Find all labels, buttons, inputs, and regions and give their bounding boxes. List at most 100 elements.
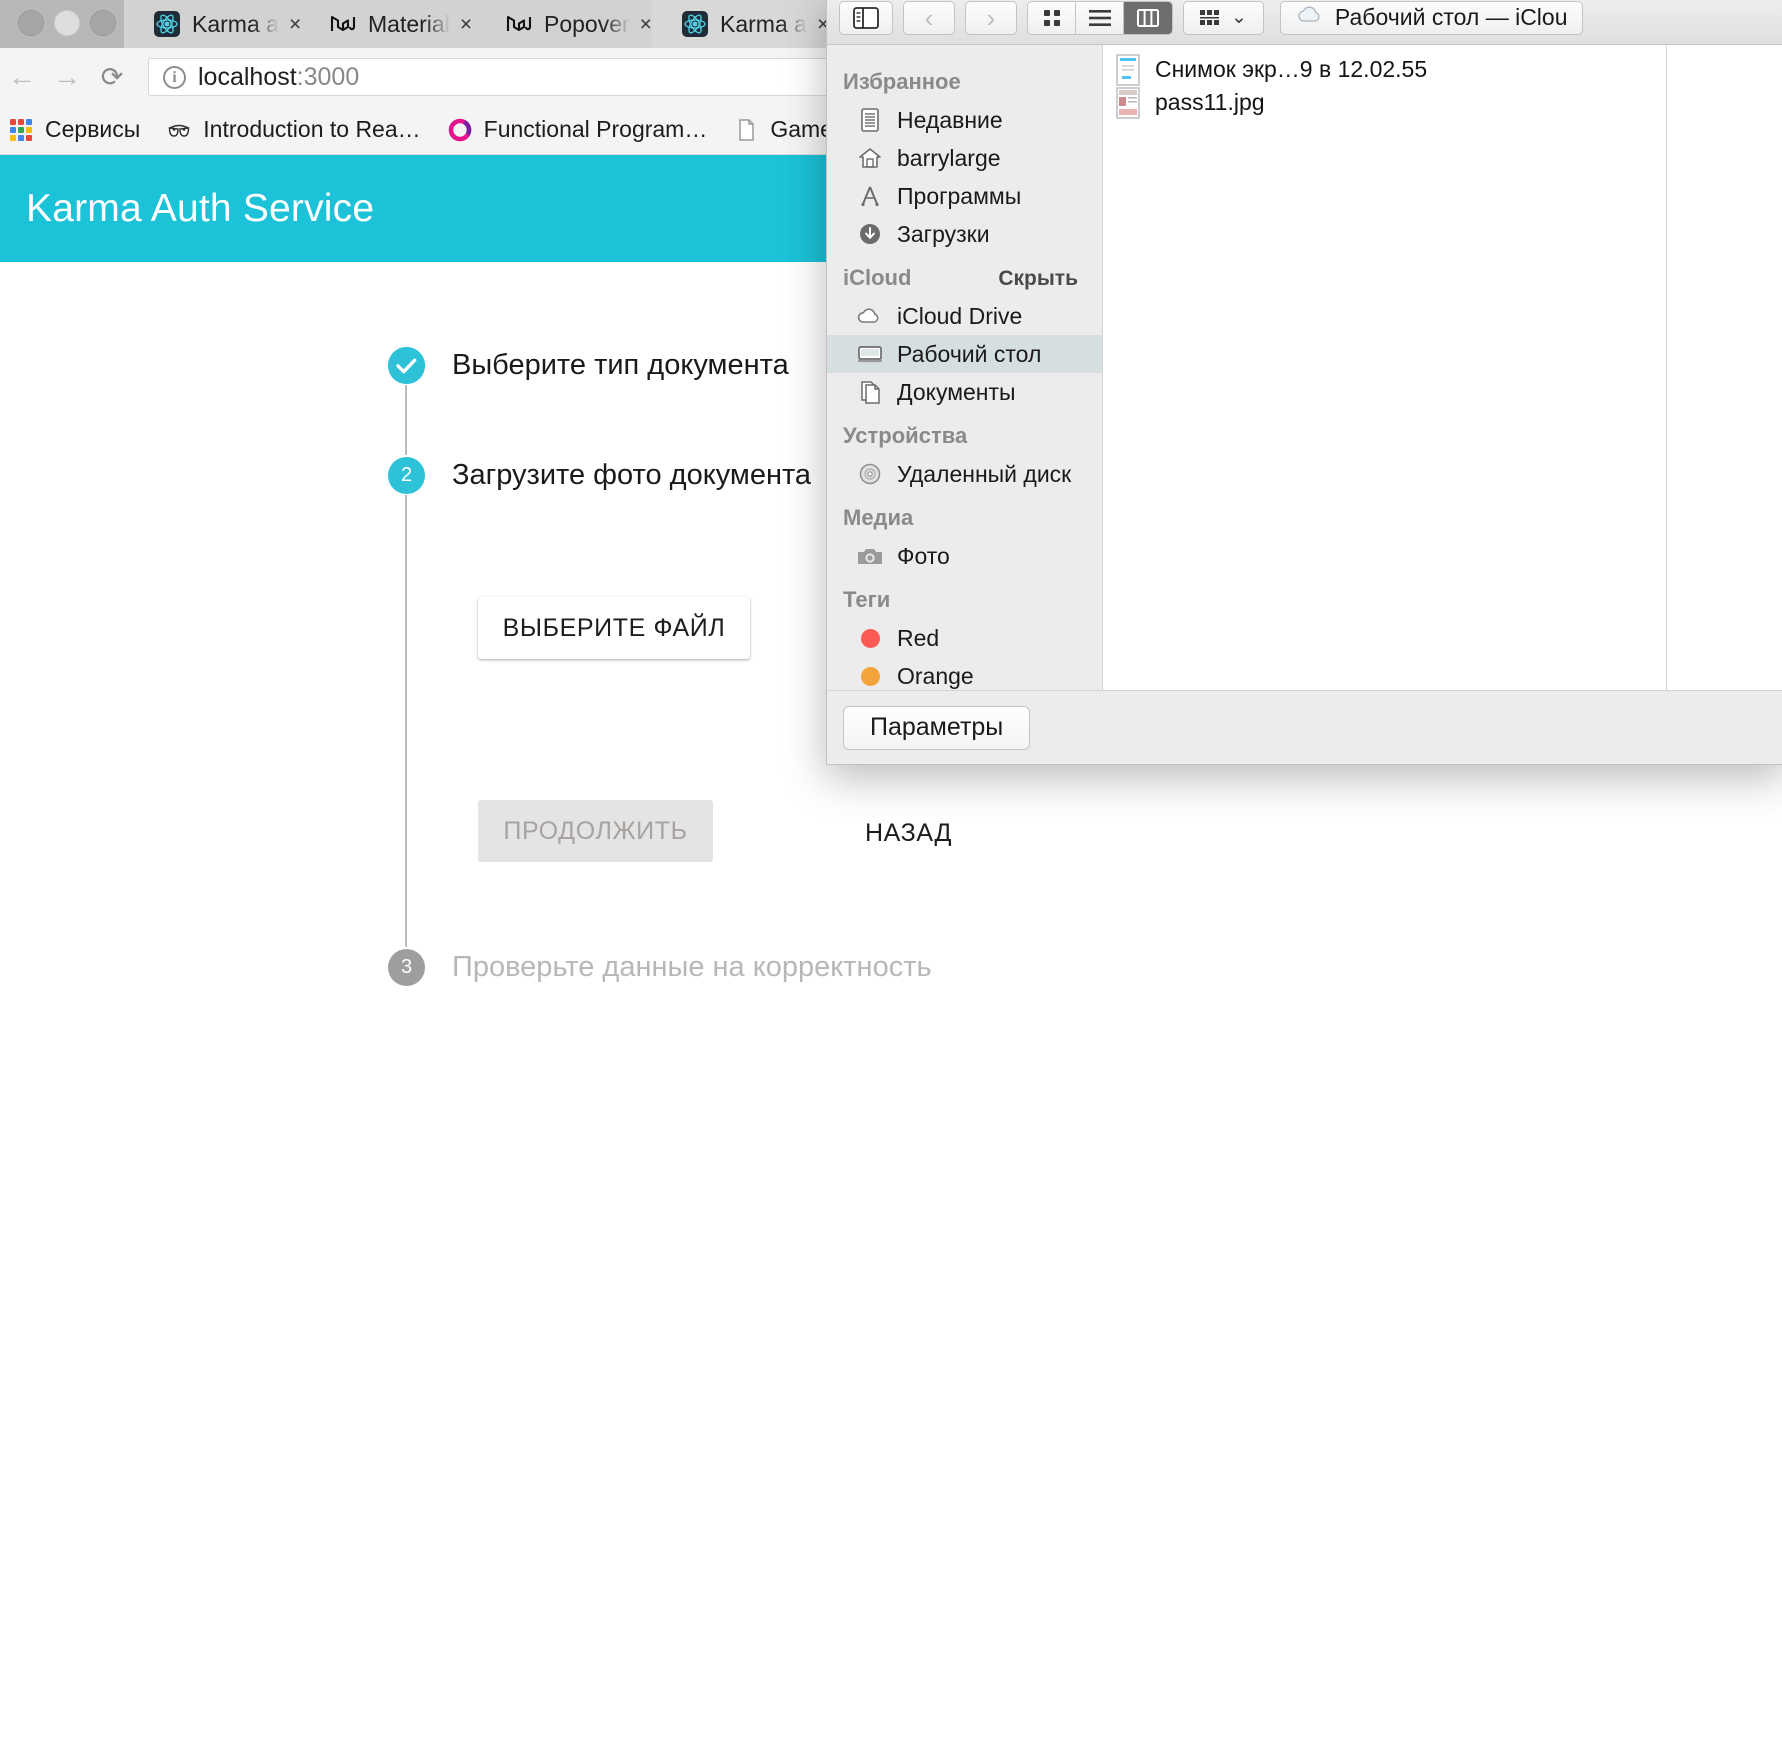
tag-dot-icon [855,628,885,648]
remote-disc-icon [855,461,885,487]
step-3-label: Проверьте данные на корректность [452,951,932,983]
page-title: Karma Auth Service [26,186,375,230]
finder-sidebar: Избранное Недавние barrylarge Программы … [827,45,1103,691]
step-3-number-badge: 3 [388,949,425,986]
sidebar-section-title: Медиа [843,505,914,530]
sidebar-toggle-button[interactable] [839,0,893,35]
react-icon [682,11,708,37]
browser-tab-1[interactable]: Karma a × [124,0,310,48]
step-connector-1 [405,385,407,455]
apps-grid-icon [8,117,34,143]
sidebar-section-title: Устройства [843,423,968,448]
sidebar-item-remote-disc[interactable]: Удаленный диск [827,455,1102,493]
tab-close-icon[interactable]: × [460,14,472,35]
window-minimize-button[interactable] [54,10,80,36]
browser-tab-3[interactable]: Popover × [476,0,662,48]
sidebar-item-tag-orange[interactable]: Orange [827,657,1102,691]
material-ui-icon [330,11,356,37]
sidebar-item-downloads[interactable]: Загрузки [827,215,1102,253]
back-icon[interactable]: ← [7,62,37,92]
file-list-item[interactable]: Снимок экр…9 в 12.02.55 [1103,53,1666,86]
column-view-button[interactable] [1124,1,1172,34]
window-controls[interactable] [18,10,116,36]
documents-icon [855,379,885,405]
sidebar-item-documents[interactable]: Документы [827,373,1102,411]
step-connector-2 [405,495,407,947]
material-ui-icon [506,11,532,37]
info-icon[interactable]: i [163,65,186,89]
bookmark-label: Functional Program… [483,116,708,142]
sidebar-section-devices-header: Устройства [827,411,1102,455]
browser-tab-title: Karma a [720,10,807,37]
step-1-label: Выберите тип документа [452,349,789,381]
sidebar-item-label: Загрузки [897,220,990,247]
bookmark-services[interactable]: Сервисы [8,116,140,143]
photos-camera-icon [855,545,885,567]
recents-icon [855,107,885,133]
finder-back-button[interactable]: ‹ [903,0,955,35]
sidebar-item-barrylarge[interactable]: barrylarge [827,139,1102,177]
url-host: localhost [198,62,297,91]
stepper-step-3: 3 Проверьте данные на корректность [388,947,1288,987]
window-maximize-button[interactable] [90,10,116,36]
finder-toolbar: ‹ › ⌄ Рабочий стол — iClou [827,0,1782,45]
url-text: localhost:3000 [198,63,359,92]
step-2-label: Загрузите фото документа [452,459,812,491]
screenshot-file-icon [1115,53,1141,86]
sidebar-hide-link[interactable]: Скрыть [998,267,1078,291]
arrange-button[interactable]: ⌄ [1183,0,1264,35]
continue-button[interactable]: ПРОДОЛЖИТЬ [478,800,713,862]
bookmark-label: Introduction to Rea… [203,116,421,142]
sidebar-item-applications[interactable]: Программы [827,177,1102,215]
tab-close-icon[interactable]: × [640,14,652,35]
sidebar-item-icloud-drive[interactable]: iCloud Drive [827,297,1102,335]
applications-icon [855,183,885,209]
window-close-button[interactable] [18,10,44,36]
downloads-icon [855,221,885,247]
finder-forward-button[interactable]: › [965,0,1017,35]
sidebar-section-icloud-header: iCloud Скрыть [827,253,1102,297]
sidebar-item-label: Фото [897,542,950,569]
browser-tab-2[interactable]: Material × [300,0,486,48]
file-picker-dialog: ‹ › ⌄ Рабочий стол — iClou Избранное Нед… [826,0,1782,765]
icon-view-button[interactable] [1028,1,1076,34]
options-button[interactable]: Параметры [843,705,1031,750]
sidebar-section-title: Избранное [843,69,961,94]
bookmark-functional-programming[interactable]: Functional Program… [447,116,708,143]
sidebar-section-media-header: Медиа [827,493,1102,537]
sidebar-item-label: Недавние [897,106,1003,133]
file-list-item[interactable]: pass11.jpg [1103,86,1666,119]
browser-tab-title: Popover [544,10,630,37]
chevron-right-icon: › [986,2,996,33]
sidebar-item-recents[interactable]: Недавние [827,101,1102,139]
chevron-down-icon: ⌄ [1231,7,1247,28]
address-bar[interactable]: i localhost:3000 [148,58,838,96]
url-port: :3000 [296,62,360,91]
document-icon [733,117,759,143]
sidebar-item-tag-red[interactable]: Red [827,619,1102,657]
finder-footer: Параметры [827,690,1782,764]
browser-tab-title: Material [368,10,450,37]
finder-path-button[interactable]: Рабочий стол — iClou [1279,0,1583,35]
sidebar-item-label: Удаленный диск [897,460,1072,487]
icloud-icon [855,306,885,326]
browser-tab-4[interactable]: Karma a × [652,0,838,48]
finder-preview-pane [1667,45,1782,691]
back-button[interactable]: НАЗАД [849,807,968,860]
step-2-number-badge: 2 [388,457,425,494]
sidebar-item-desktop[interactable]: Рабочий стол [827,335,1102,373]
forward-icon[interactable]: → [52,62,82,92]
glasses-icon [166,117,192,143]
finder-body: Избранное Недавние barrylarge Программы … [827,45,1782,691]
choose-file-button[interactable]: ВЫБЕРИТЕ ФАЙЛ [478,597,750,659]
sidebar-item-label: Документы [897,378,1016,405]
finder-file-list: Снимок экр…9 в 12.02.55 pass11.jpg [1103,45,1667,691]
list-view-button[interactable] [1076,1,1124,34]
bookmark-label: Сервисы [45,116,141,142]
sidebar-item-photos[interactable]: Фото [827,537,1102,575]
reload-icon[interactable]: ⟳ [97,62,127,92]
bookmark-introduction-to-react[interactable]: Introduction to Rea… [166,116,421,143]
sidebar-section-favorites-header: Избранное [827,57,1102,101]
file-name: pass11.jpg [1155,89,1265,115]
finder-path-label: Рабочий стол — iClou [1334,4,1568,30]
